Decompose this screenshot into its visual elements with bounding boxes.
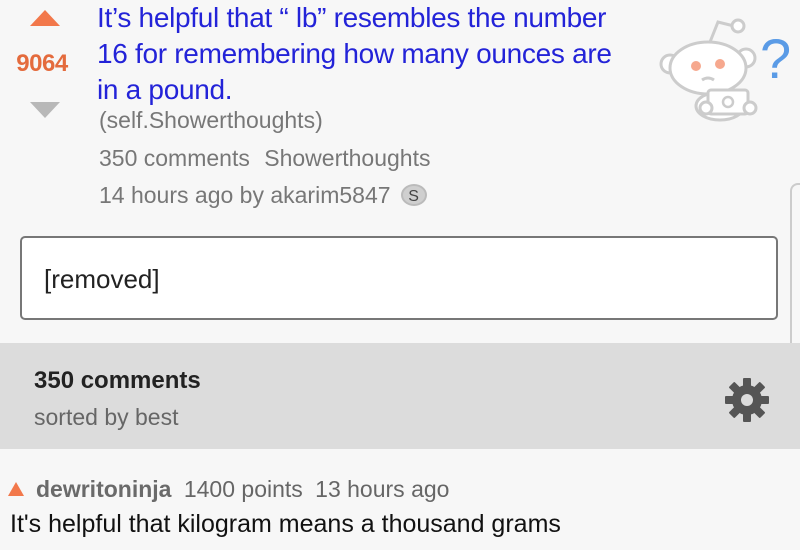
selftext-box: [removed] xyxy=(20,236,778,320)
comments-link[interactable]: 350 comments xyxy=(99,145,250,171)
comment-author[interactable]: dewritoninja xyxy=(36,476,171,502)
gear-icon[interactable] xyxy=(724,377,770,423)
post-time-author[interactable]: 14 hours ago by akarim5847 xyxy=(99,182,391,208)
submitter-badge: S xyxy=(400,184,427,206)
post-meta-links: 350 comments Showerthoughts xyxy=(99,145,430,172)
comment-meta: dewritoninja 1400 points 13 hours ago xyxy=(36,476,449,503)
question-mark: ? xyxy=(760,27,791,90)
comment-time: 13 hours ago xyxy=(315,476,450,502)
scrollbar[interactable] xyxy=(790,183,800,343)
post-score: 9064 xyxy=(16,50,68,77)
comment-body: It's helpful that kilogram means a thous… xyxy=(10,510,561,538)
upvote-arrow-icon[interactable] xyxy=(30,10,60,26)
downvote-arrow-icon[interactable] xyxy=(30,102,60,118)
comment-upvote-icon[interactable] xyxy=(8,482,24,496)
vote-column: 9064 xyxy=(6,6,78,118)
post-title[interactable]: It’s helpful that “ lb” resembles the nu… xyxy=(97,0,617,108)
comment-points: 1400 points xyxy=(183,476,303,502)
comments-header: 350 comments sorted by best xyxy=(0,343,800,449)
reddit-alien-confused-icon: ? xyxy=(659,18,791,122)
selftext-removed: [removed] xyxy=(44,264,160,294)
post-domain: (self.Showerthoughts) xyxy=(99,107,323,133)
comments-count: 350 comments xyxy=(34,367,201,394)
sort-label[interactable]: sorted by best xyxy=(34,404,178,431)
post-byline: 14 hours ago by akarim5847 S xyxy=(99,182,427,209)
comment-item: dewritoninja 1400 points 13 hours ago It… xyxy=(0,468,800,550)
post: 9064 It’s helpful that “ lb” resembles t… xyxy=(0,0,800,230)
subreddit-link[interactable]: Showerthoughts xyxy=(264,145,430,171)
